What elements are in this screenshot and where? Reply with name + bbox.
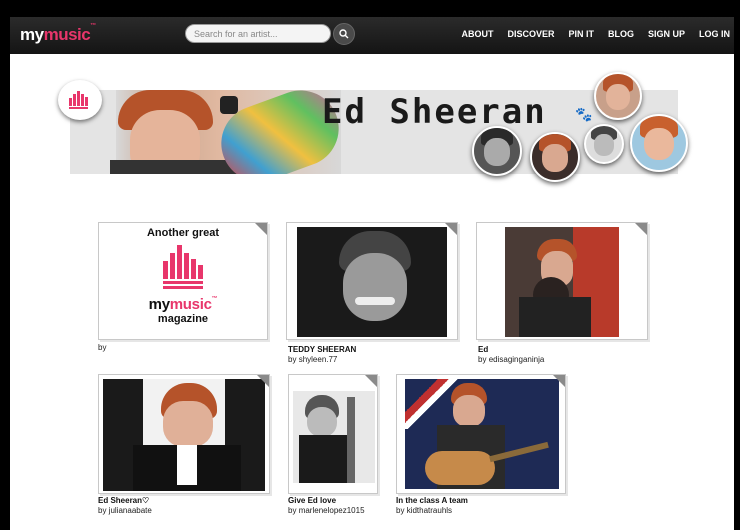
pin-card[interactable]: [396, 374, 566, 494]
card-author[interactable]: julianaabate: [109, 506, 152, 515]
nav-log-in[interactable]: LOG IN: [699, 29, 730, 39]
banner-shirt: [110, 160, 240, 174]
card-author-line: by shyleen.77: [288, 355, 338, 364]
card-caption: Ed by edisaginganinja: [478, 345, 544, 365]
artist-circle-photo[interactable]: [630, 114, 688, 172]
main-nav: ABOUT DISCOVER PIN IT BLOG SIGN UP LOG I…: [461, 29, 730, 39]
card-corner: [365, 375, 377, 387]
card-author[interactable]: marlenelopez1015: [299, 506, 365, 515]
pin-card[interactable]: [288, 374, 378, 494]
card-author-line: by kidthatrauhls: [396, 506, 453, 515]
card-photo: [103, 379, 265, 491]
nav-pin-it[interactable]: PIN IT: [568, 29, 594, 39]
nav-about[interactable]: ABOUT: [461, 29, 493, 39]
card-title[interactable]: In the class A team: [396, 496, 468, 506]
search-input[interactable]: [185, 24, 331, 43]
magazine-bottom-text: magazine: [157, 313, 209, 325]
magazine-card[interactable]: Another great mymusic™ magazine: [98, 222, 268, 340]
card-photo: [297, 227, 447, 337]
search-box: [185, 23, 357, 47]
card-author-line: by marlenelopez1015: [288, 506, 365, 515]
magazine-top-text: Another great: [146, 227, 220, 239]
artist-circle-photo[interactable]: [584, 124, 624, 164]
card-photo: [505, 227, 619, 337]
main-content: Ed Sheeran 🐾 Another great mymusic™ maga…: [10, 54, 734, 530]
pin-card[interactable]: [286, 222, 458, 340]
card-corner: [257, 375, 269, 387]
mymusic-badge-icon: [58, 80, 102, 120]
card-corner: [445, 223, 457, 235]
card-caption: In the class A team by kidthatrauhls: [396, 496, 468, 516]
artist-title: Ed Sheeran: [322, 92, 547, 132]
card-author-line: by edisaginganinja: [478, 355, 545, 364]
nav-blog[interactable]: BLOG: [608, 29, 634, 39]
card-author[interactable]: kidthatrauhls: [407, 506, 452, 515]
artist-circle-photo[interactable]: [472, 126, 522, 176]
card-title[interactable]: TEDDY SHEERAN: [288, 345, 356, 355]
card-author[interactable]: shyleen.77: [299, 355, 338, 364]
top-navigation-bar: mymusic™ ABOUT DISCOVER PIN IT BLOG SIGN…: [10, 17, 734, 54]
card-caption: TEDDY SHEERAN by shyleen.77: [288, 345, 356, 365]
logo-text-accent: music: [43, 25, 91, 44]
card-caption: by: [98, 343, 106, 353]
magazine-logo: mymusic™: [148, 296, 218, 313]
card-corner: [255, 223, 267, 235]
logo-text-main: my: [20, 25, 44, 44]
search-icon: [339, 29, 349, 39]
artist-circle-photo[interactable]: [530, 132, 580, 182]
nav-discover[interactable]: DISCOVER: [507, 29, 554, 39]
browser-frame: mymusic™ ABOUT DISCOVER PIN IT BLOG SIGN…: [0, 0, 740, 530]
card-caption: Give Ed love by marlenelopez1015: [288, 496, 365, 516]
paw-icon: 🐾: [575, 106, 593, 122]
artist-circle-photo[interactable]: [594, 72, 642, 120]
equalizer-icon: [69, 91, 88, 109]
card-title[interactable]: Ed Sheeran♡: [98, 496, 152, 506]
card-author-line: by julianaabate: [98, 506, 152, 515]
pin-card[interactable]: [98, 374, 270, 494]
nav-sign-up[interactable]: SIGN UP: [648, 29, 685, 39]
card-author-line: by: [98, 343, 107, 352]
card-photo: [293, 391, 375, 483]
card-author[interactable]: edisaginganinja: [489, 355, 545, 364]
card-corner: [553, 375, 565, 387]
card-corner: [635, 223, 647, 235]
magazine-promo: Another great mymusic™ magazine: [99, 227, 267, 325]
card-title[interactable]: Give Ed love: [288, 496, 365, 506]
card-title[interactable]: Ed: [478, 345, 544, 355]
search-button[interactable]: [333, 23, 355, 45]
card-photo: [405, 379, 559, 489]
banner-watch: [220, 96, 238, 114]
card-caption: Ed Sheeran♡ by julianaabate: [98, 496, 152, 516]
mymusic-logo[interactable]: mymusic™: [20, 23, 96, 45]
logo-trademark: ™: [90, 23, 96, 29]
pin-card[interactable]: [476, 222, 648, 340]
equalizer-icon: [163, 245, 203, 289]
